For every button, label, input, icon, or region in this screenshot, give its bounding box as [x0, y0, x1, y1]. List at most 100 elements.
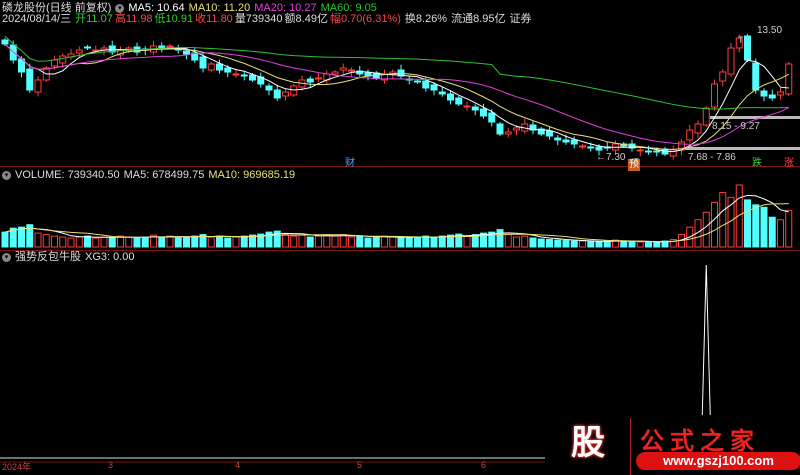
forecast-marker[interactable]: 预: [628, 159, 640, 171]
volume-bar: [141, 236, 149, 248]
volume-bar: [224, 237, 232, 248]
candle-up: [777, 91, 784, 96]
candle-down: [570, 139, 578, 145]
volume-bar: [496, 229, 504, 248]
ma10-line: [4, 43, 789, 150]
vol-ma5-line: [4, 194, 789, 243]
candle-up: [504, 131, 512, 135]
candle-down: [422, 80, 430, 89]
volume-bar: [18, 226, 25, 248]
volume-bar: [768, 216, 776, 248]
candle-down: [84, 46, 91, 49]
candle-up: [785, 63, 793, 95]
candle-down: [645, 150, 652, 153]
volume-bar: [315, 235, 322, 248]
candle-down: [414, 80, 421, 83]
volume-bar: [323, 234, 331, 248]
candle-up: [232, 73, 240, 76]
candle-down: [447, 93, 454, 101]
candle-down: [546, 130, 553, 137]
candle-up: [59, 55, 67, 64]
kline-chart[interactable]: [0, 0, 800, 475]
candle-down: [587, 146, 595, 149]
candle-down: [471, 106, 479, 111]
volume-bar: [183, 236, 190, 248]
volume-bar: [75, 236, 83, 248]
ma60-line: [4, 35, 789, 110]
volume-bar: [570, 240, 578, 248]
candle-up: [75, 49, 83, 54]
volume-bar: [51, 235, 58, 248]
candle-down: [216, 63, 223, 71]
volume-bar: [620, 240, 628, 248]
low-price-label: ←7.30: [596, 152, 626, 163]
band-label-2: 8.15 - 9.27: [712, 121, 760, 132]
volume-bar: [405, 236, 413, 248]
volume-bar: [282, 234, 289, 248]
volume-bar: [166, 235, 174, 248]
candle-up: [719, 71, 727, 82]
volume-bar: [587, 241, 595, 248]
volume-bar: [653, 242, 661, 248]
volume-bar: [521, 235, 529, 248]
volume-bar: [546, 239, 553, 248]
candle-up: [331, 71, 339, 75]
price-band-upper: [710, 116, 800, 119]
volume-bar: [636, 241, 644, 248]
volume-bar: [438, 235, 446, 248]
volume-bar: [463, 235, 471, 248]
high-price-label: 13.50: [757, 25, 783, 36]
volume-bar: [760, 206, 768, 248]
candle-up: [686, 129, 694, 141]
candle-down: [265, 85, 273, 91]
candle-up: [207, 63, 215, 71]
candle-down: [496, 123, 504, 135]
candle-down: [480, 108, 487, 117]
volume-bar: [735, 184, 743, 248]
candle-down: [768, 94, 776, 99]
volume-bar: [504, 234, 512, 248]
volume-bar: [752, 204, 760, 248]
volume-bar: [339, 234, 347, 248]
candle-down: [183, 50, 190, 55]
axis-month-3: 3: [108, 460, 114, 470]
candle-up: [513, 127, 520, 131]
volume-bar: [628, 241, 636, 248]
candle-down: [752, 62, 760, 91]
volume-bar: [1, 231, 9, 248]
volume-bar: [554, 239, 562, 248]
price-band-lower: [685, 147, 800, 150]
candle-up: [51, 59, 58, 67]
volume-bar: [42, 234, 50, 248]
volume-bar: [562, 240, 570, 248]
volume-bar: [513, 236, 520, 248]
axis-month-4: 4: [235, 460, 241, 470]
candle-down: [653, 150, 661, 153]
candle-up: [636, 149, 644, 152]
volume-bar: [785, 209, 793, 248]
volume-bar: [174, 237, 182, 248]
volume-bar: [702, 211, 710, 248]
axis-month-5: 5: [357, 460, 363, 470]
down-marker[interactable]: 跌: [751, 158, 763, 170]
candle-down: [455, 97, 463, 105]
candle-down: [273, 89, 281, 99]
logo-url: www.gszj100.com: [636, 452, 800, 470]
volume-bar: [537, 238, 545, 248]
volume-bar: [595, 241, 603, 248]
candle-down: [744, 35, 751, 61]
candle-down: [554, 137, 562, 141]
volume-bar: [744, 199, 751, 248]
volume-bar: [100, 236, 108, 248]
candle-up: [579, 145, 586, 148]
candle-up: [166, 45, 174, 48]
volume-bar: [529, 237, 537, 248]
volume-bar: [298, 234, 306, 248]
news-marker[interactable]: 财: [344, 158, 356, 170]
candle-up: [282, 91, 289, 97]
ma20-line: [4, 43, 789, 145]
volume-bar: [125, 236, 133, 248]
volume-bar: [133, 237, 141, 248]
up-marker[interactable]: 涨: [783, 158, 795, 170]
volume-bar: [389, 236, 397, 248]
